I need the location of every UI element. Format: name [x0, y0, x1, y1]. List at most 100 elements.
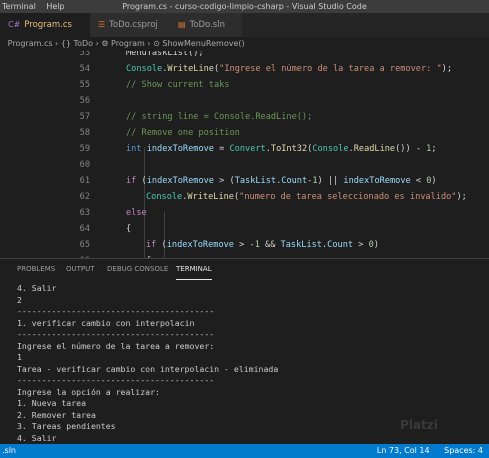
line-number: 58	[79, 128, 90, 138]
breadcrumb: Program.cs › {} ToDo › ⚙ Program › ⊙ Sho…	[0, 37, 489, 51]
tab-todo-csproj[interactable]: ☰ ToDo.csproj	[90, 13, 170, 37]
menu-help[interactable]: Help	[46, 2, 64, 11]
terminal-line: 4. Salir	[17, 432, 57, 443]
terminal-line: 3. Tareas pendientes	[17, 421, 116, 431]
code-line[interactable]: 65 if (indexToRemove > -1 && TaskList.Cou…	[0, 237, 489, 253]
code-line[interactable]: 60	[0, 157, 489, 173]
status-bar: .sln Ln 73, Col 14 Spaces: 4	[0, 444, 489, 458]
platzi-watermark: Platzi	[400, 418, 438, 432]
code-line[interactable]: 64 {	[0, 221, 489, 237]
panel-tabs: PROBLEMS OUTPUT DEBUG CONSOLE TERMINAL	[0, 259, 489, 280]
line-number: 54	[79, 64, 90, 74]
code-line[interactable]: 62 Console.WriteLine("numero de tarea sel…	[0, 189, 489, 205]
code-token: >	[353, 240, 369, 250]
code-token: <	[410, 176, 427, 186]
code-text: // Remove one position	[126, 125, 240, 141]
code-text: int indexToRemove = Convert.ToInt32(Cons…	[126, 141, 437, 157]
rss-file-icon: ☰	[98, 20, 106, 29]
line-number: 63	[79, 208, 90, 218]
menu-terminal[interactable]: Terminal	[2, 2, 36, 11]
status-cursor-position[interactable]: Ln 73, Col 14	[377, 446, 430, 455]
breadcrumb-method[interactable]: ⊙ ShowMenuRemove()	[153, 39, 245, 48]
code-token: MenuTaskList();	[126, 51, 204, 58]
code-token: indexToRemove	[146, 144, 214, 154]
terminal-line: 1. Nueva tarea	[17, 398, 87, 408]
code-token: WriteLine	[167, 64, 214, 74]
code-token: ;	[431, 144, 437, 154]
status-indentation[interactable]: Spaces: 4	[444, 446, 483, 455]
code-line[interactable]: 57 // string line = Console.ReadLine();	[0, 109, 489, 125]
code-token: ToInt32	[270, 144, 308, 154]
code-token: {	[126, 224, 132, 234]
code-token: indexToRemove	[146, 176, 214, 186]
code-token: TaskList	[280, 240, 322, 250]
code-token: indexToRemove	[166, 240, 234, 250]
title-bar: Terminal Help Program.cs - curso-codigo-…	[0, 0, 489, 13]
code-token: ()) -	[395, 144, 427, 154]
line-number: 64	[79, 224, 90, 234]
terminal-line: Ingrese el número de la tarea a remover:	[17, 340, 215, 351]
code-token: indexToRemove	[343, 176, 411, 186]
terminal-line: 2	[17, 294, 22, 305]
code-text: {	[126, 221, 131, 237]
tab-terminal[interactable]: TERMINAL	[176, 259, 212, 280]
code-line[interactable]: 55 // Show current taks	[0, 77, 489, 93]
solution-file-icon: ▤	[178, 20, 186, 29]
code-line[interactable]: 56	[0, 93, 489, 109]
breadcrumb-class[interactable]: ⚙ Program	[101, 39, 144, 48]
code-text: Console.WriteLine("Ingrese el número de …	[126, 61, 452, 77]
tab-label: ToDo.sln	[189, 20, 225, 30]
code-token: Count	[281, 176, 308, 186]
terminal-line: ----------------------------------------	[17, 306, 215, 316]
code-line[interactable]: 63 else	[0, 205, 489, 221]
breadcrumb-file[interactable]: Program.cs	[0, 39, 53, 48]
breadcrumb-namespace[interactable]: {} ToDo	[61, 39, 93, 48]
tab-output[interactable]: OUTPUT	[66, 259, 95, 279]
tab-label: ToDo.csproj	[109, 20, 158, 30]
code-token: TaskList	[234, 176, 277, 186]
line-number: 56	[79, 96, 90, 106]
tab-debug-console[interactable]: DEBUG CONSOLE	[107, 259, 168, 279]
terminal-line: Ingrese la opción a realizar:	[17, 386, 160, 397]
status-solution[interactable]: .sln	[2, 444, 16, 458]
code-text: // Show current taks	[126, 77, 229, 93]
code-line[interactable]: 58 // Remove one position	[0, 125, 489, 141]
code-token: // string line = Console.ReadLine();	[126, 112, 313, 122]
code-token: &&	[259, 240, 281, 250]
tab-todo-sln[interactable]: ▤ ToDo.sln	[170, 13, 242, 37]
tab-label: Program.cs	[24, 20, 72, 30]
code-token: Convert	[229, 144, 266, 154]
line-number: 55	[79, 80, 90, 90]
terminal-line: ----------------------------------------	[17, 375, 215, 385]
code-token: Count	[327, 240, 354, 250]
code-editor[interactable]: 53 MenuTaskList(); 54 Console.WriteLine("In…	[0, 51, 489, 258]
code-token: Console	[146, 192, 183, 202]
terminal-line: 4. Salir	[17, 283, 57, 293]
code-line[interactable]: 61 if (indexToRemove > (TaskList.Count-1)…	[0, 173, 489, 189]
line-number: 61	[79, 176, 90, 186]
code-text: else	[126, 205, 147, 221]
code-token: > -	[233, 240, 255, 250]
line-number: 62	[79, 192, 90, 202]
tab-program-cs[interactable]: C#Program.cs M×	[0, 13, 90, 54]
code-token: ReadLine	[353, 144, 396, 154]
csharp-file-icon: C#	[8, 20, 21, 29]
code-token: > (	[213, 176, 235, 186]
terminal-line: 2. Remover tarea	[17, 409, 96, 420]
code-line[interactable]: 53 MenuTaskList();	[0, 51, 489, 61]
code-token: Console	[312, 144, 349, 154]
code-line[interactable]: 54 Console.WriteLine("Ingrese el número d…	[0, 61, 489, 77]
code-token: int	[126, 144, 147, 154]
line-number: 57	[79, 112, 90, 122]
code-text: MenuTaskList();	[126, 51, 204, 61]
code-text: // string line = Console.ReadLine();	[126, 109, 312, 125]
code-token: WriteLine	[187, 192, 234, 202]
code-token: =	[213, 144, 230, 154]
code-line[interactable]: 59 int indexToRemove = Convert.ToInt32(Co…	[0, 141, 489, 157]
code-token: "numero de tarea seleccionado es invalid…	[239, 192, 457, 202]
terminal-line: 1. verificar cambio con interpolacin	[17, 317, 195, 328]
code-token: )	[431, 176, 437, 186]
line-number: 53	[79, 51, 90, 58]
code-token: ) ||	[317, 176, 344, 186]
tab-problems[interactable]: PROBLEMS	[17, 259, 55, 279]
